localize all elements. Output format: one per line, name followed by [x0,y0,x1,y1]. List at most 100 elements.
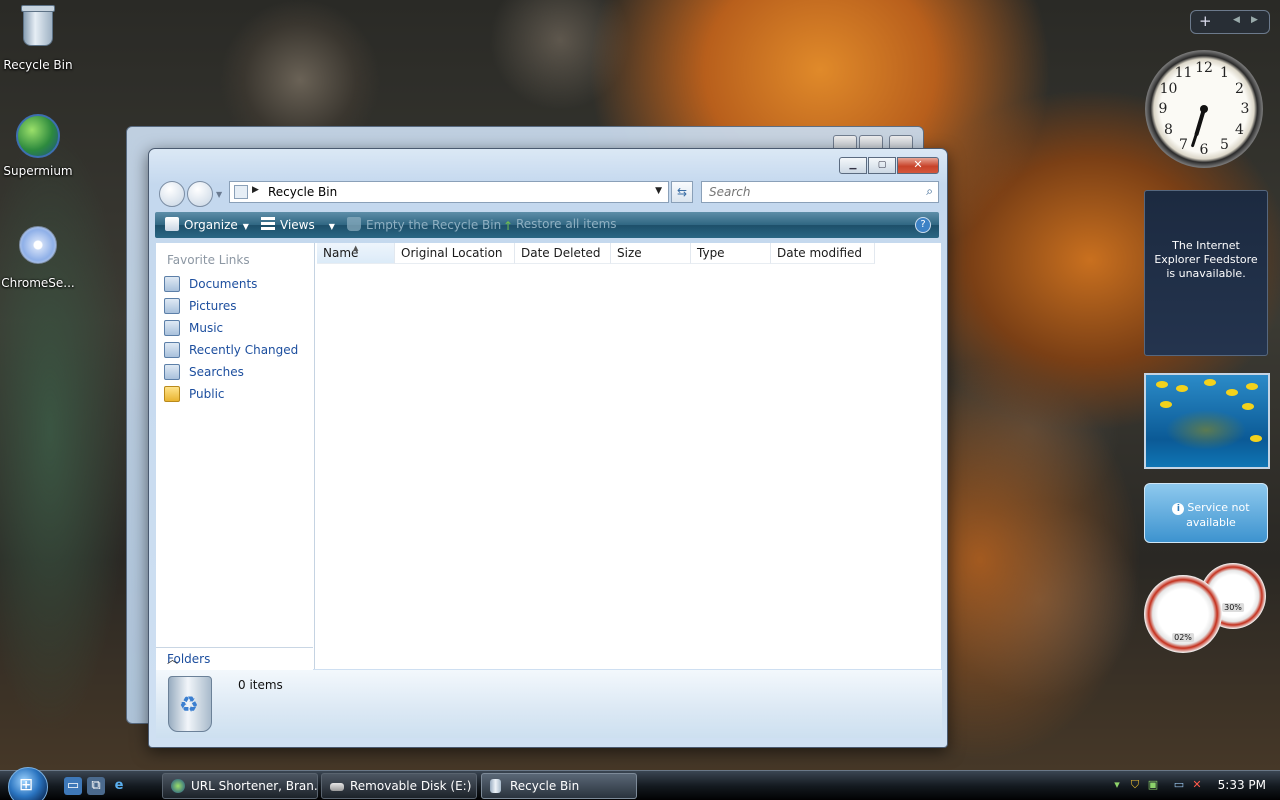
column-header-type[interactable]: Type [691,243,771,264]
empty-recycle-bin-label: Empty the Recycle Bin [366,218,502,232]
weather-message: Service not available [1186,501,1250,529]
internet-explorer-icon[interactable]: e [110,777,128,795]
desktop-icon-recycle-bin[interactable]: Recycle Bin [0,2,76,72]
recent-pages-dropdown[interactable]: ▼ [216,190,222,199]
column-header-size[interactable]: Size [611,243,691,264]
nav-link-music[interactable]: Music [164,318,223,338]
clock-gadget[interactable]: 12 1 2 3 4 5 6 7 8 9 10 11 [1145,50,1263,168]
taskbar: ▭ ⧉ e URL Shortener, Bran... Removable D… [0,767,1280,800]
sort-ascending-icon: ▲ [353,244,359,252]
restore-arrow-icon: ↑ [503,219,514,233]
file-list[interactable]: ▲ Name Original Location Date Deleted Siz… [315,243,941,669]
organize-button[interactable]: Organize ▼ [165,217,249,232]
switch-windows-icon[interactable]: ⧉ [87,777,105,795]
security-shield-icon[interactable]: ⛉ [1128,778,1142,792]
browser-globe-icon [15,114,61,160]
add-gadget-button[interactable]: + [1199,12,1212,30]
clock-number: 7 [1179,136,1188,153]
cpu-meter-value: 02% [1172,633,1194,642]
next-page-icon[interactable]: ▶ [1251,15,1258,25]
clock-number: 3 [1240,101,1250,117]
organize-label: Organize [184,218,238,232]
recycle-bin-small-icon [234,185,248,199]
recently-changed-icon [164,342,180,358]
nav-link-searches[interactable]: Searches [164,362,244,382]
browser-icon [171,779,185,793]
desktop-icon-supermium[interactable]: Supermium [0,112,76,178]
nav-link-recently-changed[interactable]: Recently Changed [164,340,298,360]
clock-number: 10 [1159,80,1178,97]
navigation-pane: Favorite Links Documents Pictures Music … [156,243,315,669]
column-header-date-modified[interactable]: Date modified [771,243,875,264]
recycle-bin-icon [490,779,501,793]
taskbar-button-label: URL Shortener, Bran... [191,779,318,793]
previous-page-icon[interactable]: ◀ [1233,15,1240,25]
pictures-icon [164,298,180,314]
show-desktop-icon[interactable]: ▭ [64,777,82,795]
clock-number: 12 [1195,60,1213,76]
installer-cd-icon [15,226,61,272]
minimize-button[interactable]: ▁ [839,157,867,174]
desktop-icon-label: Recycle Bin [3,58,73,72]
start-button[interactable] [8,767,48,800]
windows-update-icon[interactable]: ▣ [1146,778,1160,792]
feed-message: The Internet Explorer Feedstore is unava… [1154,239,1258,280]
desktop-icon-label: Supermium [3,164,73,178]
volume-muted-icon[interactable]: ✕ [1190,778,1204,792]
close-button[interactable]: ✕ [897,157,939,174]
notification-area: ▾ ⛉ ▣ ▭ ✕ 5:33 PM [1108,771,1280,800]
refresh-button[interactable]: ⇆ [671,181,693,203]
clock-center-pin [1200,105,1208,113]
desktop-icon-chromesetup[interactable]: ChromeSe... [0,222,76,290]
display-icon[interactable]: ▭ [1172,778,1186,792]
views-button[interactable]: Views ▼ [261,217,335,232]
recycle-bin-window: ▁ ▢ ✕ ▼ ▶ Recycle Bin ▼ ⇆ ⌕ Organize ▼ Vi… [148,148,948,748]
search-input[interactable] [707,184,911,200]
clock-number: 6 [1199,142,1209,158]
column-label: Type [697,246,725,260]
drive-icon [330,783,344,791]
restore-all-items-button[interactable]: ↑ Restore all items [503,217,617,233]
taskbar-button-removable-disk[interactable]: Removable Disk (E:) [321,773,477,799]
help-button[interactable]: ? [915,217,931,233]
clock-number: 1 [1220,65,1229,82]
empty-recycle-bin-button[interactable]: Empty the Recycle Bin [347,217,501,232]
address-dropdown-icon[interactable]: ▼ [655,186,662,196]
cpu-meter-gadget[interactable]: 02% [1144,575,1222,653]
nav-link-pictures[interactable]: Pictures [164,296,237,316]
memory-meter-value: 30% [1222,603,1244,612]
taskbar-clock[interactable]: 5:33 PM [1218,778,1266,792]
search-box[interactable]: ⌕ [701,181,939,203]
clock-number: 2 [1235,80,1244,97]
maximize-button[interactable]: ▢ [868,157,896,174]
forward-button[interactable] [187,181,213,207]
column-header-name[interactable]: ▲ Name [317,243,395,264]
column-label: Size [617,246,642,260]
nav-link-label: Recently Changed [189,343,299,357]
taskbar-button-browser[interactable]: URL Shortener, Bran... [162,773,318,799]
back-button[interactable] [159,181,185,207]
favorite-links-header: Favorite Links [167,253,250,267]
column-header-original-location[interactable]: Original Location [395,243,515,264]
column-label: Date modified [777,246,863,260]
views-icon [261,217,275,231]
chevron-down-icon: ▼ [242,222,249,231]
recycle-bin-icon [347,217,361,231]
column-label: Original Location [401,246,503,260]
column-header-date-deleted[interactable]: Date Deleted [515,243,611,264]
feed-headlines-gadget[interactable]: The Internet Explorer Feedstore is unava… [1144,190,1268,356]
breadcrumb-separator-icon[interactable]: ▶ [252,185,259,195]
network-icon[interactable]: ▾ [1110,778,1124,792]
taskbar-button-recycle-bin[interactable]: Recycle Bin [481,773,637,799]
address-bar[interactable]: ▶ Recycle Bin ▼ [229,181,669,203]
slideshow-gadget[interactable] [1144,373,1270,469]
weather-gadget[interactable]: i Service not available [1144,483,1268,543]
folders-toggle[interactable]: Folders ︿ [156,647,313,670]
nav-link-public[interactable]: Public [164,384,225,404]
searches-icon [164,364,180,380]
search-icon[interactable]: ⌕ [926,184,933,199]
breadcrumb-recycle-bin[interactable]: Recycle Bin [268,185,337,199]
chevron-down-icon: ▼ [328,222,335,231]
clock-number: 5 [1220,136,1229,153]
nav-link-documents[interactable]: Documents [164,274,257,294]
